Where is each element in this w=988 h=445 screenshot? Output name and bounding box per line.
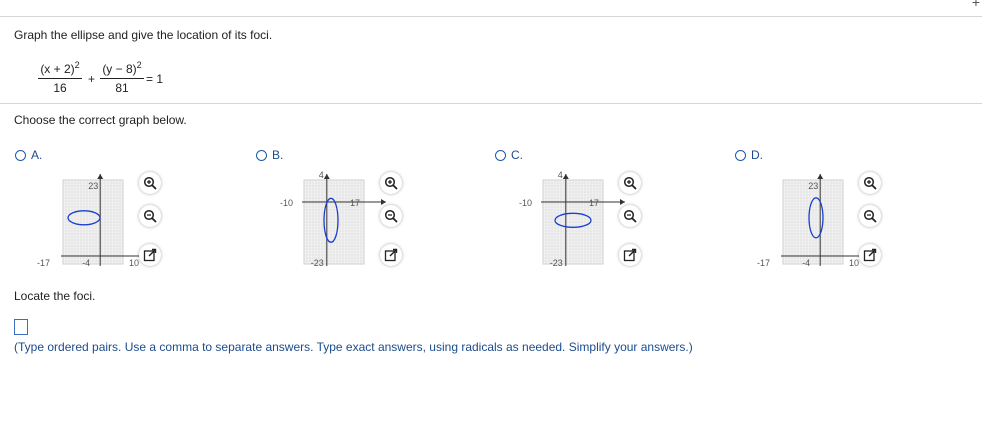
zoom-out-button-2[interactable] <box>380 205 402 227</box>
zoom-in-icon <box>623 176 637 190</box>
tick-label-top: 23 <box>808 181 818 191</box>
choose-label: Choose the correct graph below. <box>14 113 187 127</box>
zoom-out-button-4[interactable] <box>859 205 881 227</box>
option-letter-2[interactable]: B. <box>272 148 283 162</box>
option-radio-3[interactable] <box>495 150 506 161</box>
tick-label-right: 17 <box>589 198 599 208</box>
option-radio-1[interactable] <box>15 150 26 161</box>
tick-label-right: 17 <box>350 198 360 208</box>
fraction-x: (x + 2)2 16 <box>38 60 82 95</box>
expand-icon <box>623 248 637 262</box>
numerator-y: (y − 8) <box>102 62 137 76</box>
expand-icon <box>384 248 398 262</box>
zoom-out-icon <box>143 209 157 223</box>
zoom-in-button-4[interactable] <box>859 172 881 194</box>
expand-button-2[interactable] <box>380 244 402 266</box>
tick-label-mid: -4 <box>82 258 90 268</box>
fraction-y: (y − 8)2 81 <box>100 60 144 95</box>
y-axis-arrow <box>97 174 104 179</box>
numerator-x: (x + 2) <box>40 62 75 76</box>
option-letter-3[interactable]: C. <box>511 148 523 162</box>
tick-label-left: -10 <box>519 198 532 208</box>
expand-button-3[interactable] <box>619 244 641 266</box>
zoom-in-button-3[interactable] <box>619 172 641 194</box>
foci-hint: (Type ordered pairs. Use a comma to sepa… <box>14 340 693 354</box>
top-divider <box>0 16 982 17</box>
tick-label-mid: -4 <box>802 258 810 268</box>
zoom-out-button-3[interactable] <box>619 205 641 227</box>
tick-label-top: 4 <box>319 170 324 180</box>
x-axis-arrow <box>381 199 386 205</box>
tick-label-bottom: -23 <box>550 258 563 268</box>
zoom-out-button-1[interactable] <box>139 205 161 227</box>
tick-label-top: 4 <box>558 170 563 180</box>
zoom-out-icon <box>623 209 637 223</box>
tick-label-left: -17 <box>37 258 50 268</box>
option-radio-2[interactable] <box>256 150 267 161</box>
option-graph-2: 4 -10 17 -23 <box>280 170 386 268</box>
corner-plus-icon: + <box>971 0 980 10</box>
foci-answer-input[interactable] <box>14 319 28 335</box>
exponent-y: 2 <box>136 60 142 70</box>
y-axis-arrow <box>817 174 824 179</box>
x-axis-arrow <box>620 199 625 205</box>
denominator-y: 81 <box>115 81 129 95</box>
expand-button-1[interactable] <box>139 244 161 266</box>
zoom-in-icon <box>384 176 398 190</box>
tick-label-left: -17 <box>757 258 770 268</box>
plus-sign: + <box>88 72 96 86</box>
tick-label-right: 10 <box>129 258 139 268</box>
option-graph-1: 23 -17 -4 10 <box>37 174 145 268</box>
equals-one: = 1 <box>146 72 164 86</box>
equation: (x + 2)2 16 + (y − 8)2 81 = 1 <box>38 60 168 100</box>
question-divider <box>0 103 982 104</box>
y-axis-arrow <box>562 174 569 179</box>
tick-label-bottom: -23 <box>311 258 324 268</box>
expand-button-4[interactable] <box>859 244 881 266</box>
option-radio-4[interactable] <box>735 150 746 161</box>
foci-label: Locate the foci. <box>14 289 96 303</box>
option-graph-3: 4 -10 17 -23 <box>519 170 625 268</box>
option-letter-4[interactable]: D. <box>751 148 763 162</box>
expand-icon <box>863 248 877 262</box>
exponent-x: 2 <box>74 60 80 70</box>
zoom-out-icon <box>863 209 877 223</box>
expand-icon <box>143 248 157 262</box>
tick-label-left: -10 <box>280 198 293 208</box>
zoom-in-icon <box>863 176 877 190</box>
tick-label-right: 10 <box>849 258 859 268</box>
option-graph-4: 23 -17 -4 10 <box>757 174 865 268</box>
y-axis-arrow <box>323 174 330 179</box>
zoom-out-icon <box>384 209 398 223</box>
tick-label-top: 23 <box>88 181 98 191</box>
question-prompt: Graph the ellipse and give the location … <box>14 28 273 42</box>
option-letter-1[interactable]: A. <box>31 148 42 162</box>
denominator-x: 16 <box>53 81 67 95</box>
zoom-in-button-1[interactable] <box>139 172 161 194</box>
zoom-in-button-2[interactable] <box>380 172 402 194</box>
zoom-in-icon <box>143 176 157 190</box>
